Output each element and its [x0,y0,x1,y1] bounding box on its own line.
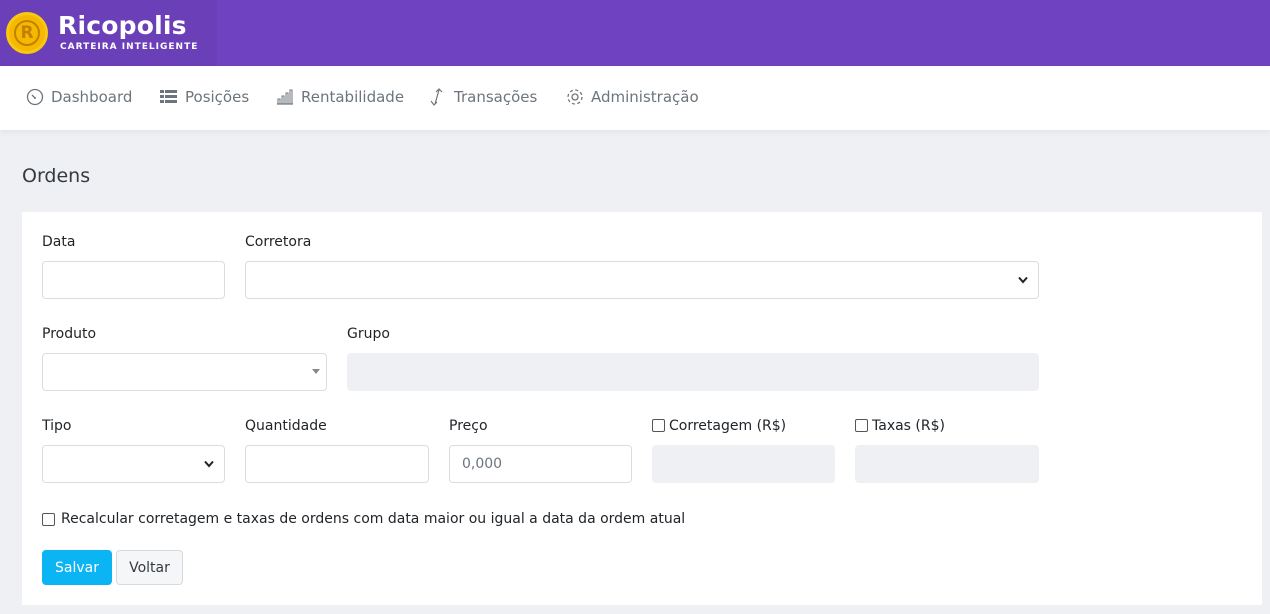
nav-item-administracao[interactable]: Administração [566,87,699,107]
speedometer-icon [26,88,44,106]
main-navbar: Dashboard Posições Rentabilidade Transaç… [0,66,1270,130]
grupo-field [347,353,1039,391]
back-button[interactable]: Voltar [116,550,183,585]
corretagem-checkbox[interactable] [652,419,665,432]
save-button[interactable]: Salvar [42,550,112,585]
page-title: Ordens [22,165,91,187]
quantidade-label: Quantidade [245,418,327,434]
nav-label: Dashboard [51,88,133,106]
preco-input[interactable]: 0,000 [449,445,632,483]
dropdown-arrow-icon [312,369,320,374]
nav-label: Administração [591,88,699,106]
recalcular-checkbox[interactable] [42,513,55,526]
nav-item-posicoes[interactable]: Posições [160,87,249,107]
top-header-bar: R Ricopolis CARTEIRA INTELIGENTE [0,0,1270,66]
brand-name: Ricopolis [58,11,187,40]
taxas-checkbox[interactable] [855,419,868,432]
arrows-updown-icon [430,88,443,106]
chevron-down-icon [204,460,214,468]
corretora-label: Corretora [245,234,312,250]
corretagem-label: Corretagem (R$) [669,418,787,434]
tipo-label: Tipo [42,418,72,434]
produto-select[interactable] [42,353,327,391]
preco-label: Preço [449,418,488,434]
nav-label: Posições [185,88,250,106]
recalcular-label: Recalcular corretagem e taxas de ordens … [61,511,686,527]
bar-chart-icon [277,89,293,105]
brand-logo-area[interactable]: R Ricopolis CARTEIRA INTELIGENTE [0,0,217,66]
grupo-label: Grupo [347,326,390,342]
nav-item-transacoes[interactable]: Transações [429,87,537,107]
list-icon [160,90,177,103]
gear-icon [567,89,583,105]
preco-placeholder: 0,000 [462,456,503,472]
nav-label: Transações [454,88,538,106]
nav-label: Rentabilidade [301,88,405,106]
brand-tagline: CARTEIRA INTELIGENTE [60,42,199,52]
taxas-label: Taxas (R$) [872,418,945,434]
taxas-input [855,445,1039,483]
nav-item-rentabilidade[interactable]: Rentabilidade [276,87,404,107]
produto-label: Produto [42,326,97,342]
quantidade-input[interactable] [245,445,429,483]
tipo-select[interactable] [42,445,225,483]
data-label: Data [42,234,76,250]
nav-item-dashboard[interactable]: Dashboard [26,87,132,107]
logo-letter: R [14,20,40,46]
corretagem-input [652,445,835,483]
corretora-select[interactable] [245,261,1039,299]
logo-icon: R [6,12,48,54]
data-input[interactable] [42,261,225,299]
chevron-down-icon [1018,276,1028,284]
